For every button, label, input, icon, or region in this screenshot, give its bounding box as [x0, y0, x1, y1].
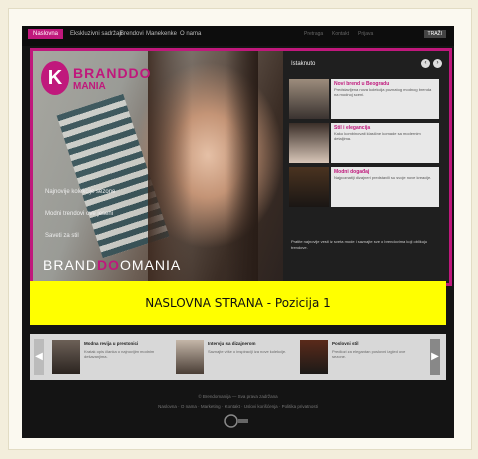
sidebar-title: Istaknuto: [291, 61, 316, 67]
article-carousel: ◀ Modna revija u prestonici Kratak opis …: [30, 334, 446, 380]
search-button[interactable]: TRAŽI: [423, 30, 446, 38]
featured-text: Stil i elegancija Kako kombinovati klasi…: [331, 123, 439, 163]
util-link-contact[interactable]: Kontakt: [332, 31, 349, 37]
article-desc: Predlozi za elegantan poslovni izgled ov…: [332, 349, 406, 359]
featured-desc: Kako kombinovati klasične komade sa mode…: [334, 131, 421, 141]
sidebar-note: Pratite najnovije vesti iz sveta mode i …: [291, 239, 428, 250]
carousel-next-icon[interactable]: ▶: [430, 339, 440, 375]
featured-thumb: [289, 167, 329, 207]
article-title: Modna revija u prestonici: [84, 341, 139, 346]
nav-item-home[interactable]: Naslovna: [28, 29, 64, 39]
logo-text: BRANDDO: [73, 65, 152, 81]
banner-label: NASLOVNA STRANA - Pozicija 1: [145, 296, 331, 310]
article-card[interactable]: Modna revija u prestonici Kratak opis čl…: [52, 340, 174, 374]
featured-sidebar: Istaknuto ‹ › Novi brend u Beogradu Pred…: [283, 51, 449, 283]
brand-prefix: BRAND: [43, 257, 98, 273]
featured-desc: Najpoznatiji dizajneri predstavili su sv…: [334, 175, 432, 180]
article-desc: Saznajte više o inspiraciji iza nove kol…: [208, 349, 287, 354]
ad-banner[interactable]: NASLOVNA STRANA - Pozicija 1: [30, 281, 446, 325]
footer-copyright: © Brendomanija — Sva prava zadržana: [198, 394, 278, 399]
website-page: Naslovna Ekskluzivni sadržaji Brendovi M…: [22, 26, 454, 438]
featured-item[interactable]: Modni događaj Najpoznatiji dizajneri pre…: [289, 167, 441, 207]
hero-section: K BRANDDO MANIA Najnovije kolekcije sezo…: [30, 48, 452, 286]
carousel-prev-icon[interactable]: ◀: [34, 339, 44, 375]
nav-item-exclusive[interactable]: Ekskluzivni sadržaji: [70, 31, 122, 37]
footer-links[interactable]: Naslovna · O nama · Marketing · Kontakt …: [22, 404, 454, 409]
featured-thumb: [289, 123, 329, 163]
article-thumb: [176, 340, 204, 374]
article-card[interactable]: Poslovni stil Predlozi za elegantan posl…: [300, 340, 422, 374]
article-thumb: [52, 340, 80, 374]
brand-wordmark: BRANDDOOMANIA: [43, 257, 181, 273]
brand-suffix: OMANIA: [120, 257, 182, 273]
nav-item-models[interactable]: Manekenke: [146, 31, 177, 37]
logo-badge: K: [41, 61, 69, 95]
hero-link-1[interactable]: Najnovije kolekcije sezone: [45, 189, 115, 195]
featured-thumb: [289, 79, 329, 119]
top-navigation: Naslovna Ekskluzivni sadržaji Brendovi M…: [22, 26, 454, 46]
site-logo[interactable]: K BRANDDO MANIA: [41, 61, 191, 97]
util-link-search[interactable]: Pretraga: [304, 31, 323, 37]
featured-text: Modni događaj Najpoznatiji dizajneri pre…: [331, 167, 439, 207]
article-desc: Kratak opis članka o najnovijim modnim d…: [84, 349, 155, 359]
featured-text: Novi brend u Beogradu Predstavljena nova…: [331, 79, 439, 119]
featured-desc: Predstavljena nova kolekcija poznatog mo…: [334, 87, 432, 97]
sidebar-prev-icon[interactable]: ‹: [421, 59, 430, 68]
nav-item-about[interactable]: O nama: [180, 31, 201, 37]
featured-item[interactable]: Stil i elegancija Kako kombinovati klasi…: [289, 123, 441, 163]
nav-item-brands[interactable]: Brendovi: [120, 31, 144, 37]
footer-logo-icon: [224, 414, 248, 428]
article-thumb: [300, 340, 328, 374]
brand-mid: DO: [97, 257, 121, 273]
sidebar-next-icon[interactable]: ›: [433, 59, 442, 68]
util-link-login[interactable]: Prijava: [358, 31, 373, 37]
article-title: Intervju sa dizajnerom: [208, 341, 256, 346]
hero-link-2[interactable]: Modni trendovi ove jeseni: [45, 211, 113, 217]
logo-subtext: MANIA: [73, 81, 106, 92]
article-card[interactable]: Intervju sa dizajnerom Saznajte više o i…: [176, 340, 298, 374]
hero-link-3[interactable]: Saveti za stil: [45, 233, 79, 239]
article-title: Poslovni stil: [332, 341, 359, 346]
featured-item[interactable]: Novi brend u Beogradu Predstavljena nova…: [289, 79, 441, 119]
